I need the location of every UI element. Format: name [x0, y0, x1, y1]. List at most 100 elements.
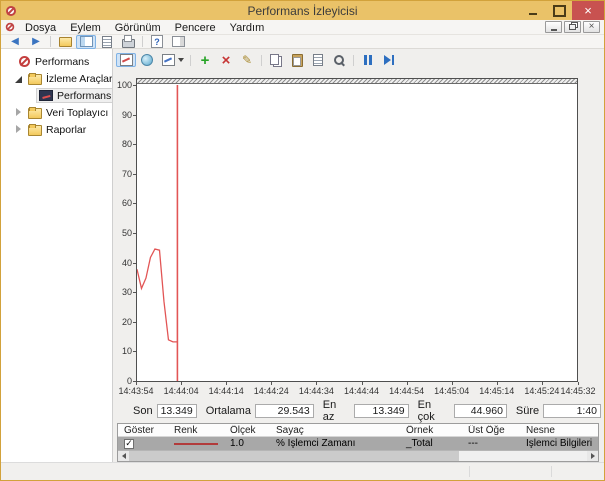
- counter-line-chart: [137, 79, 577, 381]
- menubar-app-icon: [5, 22, 15, 32]
- maximize-button[interactable]: [546, 1, 572, 20]
- sidebar-item-performans-i-zleyicisi[interactable]: Performans İzleyicisi: [1, 87, 112, 104]
- legend-header-ust-oge[interactable]: Üst Öğe: [462, 425, 520, 436]
- legend-header-renk[interactable]: Renk: [168, 425, 224, 436]
- chart-toolbar: [116, 51, 399, 69]
- x-axis-label: 14:44:04: [157, 386, 205, 396]
- legend-header-nesne[interactable]: Nesne: [520, 425, 598, 436]
- menu-dosya[interactable]: Dosya: [18, 22, 63, 34]
- toolbar-separator: [142, 36, 143, 47]
- update-data-button[interactable]: [379, 53, 399, 67]
- forward-button[interactable]: [26, 35, 46, 49]
- menu-pencere[interactable]: Pencere: [168, 22, 223, 34]
- expand-twisty-icon[interactable]: [14, 108, 23, 117]
- window-controls: [520, 1, 604, 20]
- sidebar-item-raporlar[interactable]: Raporlar: [1, 121, 112, 138]
- tree-label-wrap[interactable]: Performans: [14, 54, 94, 69]
- legend-scrollbar[interactable]: [118, 450, 598, 461]
- zoom-button[interactable]: [329, 53, 349, 67]
- view-current-activity-button[interactable]: [116, 53, 136, 67]
- y-axis-label: 80: [113, 139, 132, 149]
- folder-icon: [28, 107, 42, 119]
- show-console-tree-button[interactable]: [76, 35, 96, 49]
- legend-header-ornek[interactable]: Örnek: [400, 425, 462, 436]
- view-log-data-button[interactable]: [137, 53, 157, 67]
- legend-header-olcek[interactable]: Ölçek: [224, 425, 270, 436]
- legend-header-sayac[interactable]: Sayaç: [270, 425, 400, 436]
- mdi-minimize-button[interactable]: [545, 21, 562, 33]
- add-counter-button[interactable]: [195, 53, 215, 67]
- delete-button[interactable]: [216, 53, 236, 67]
- tree-label-wrap[interactable]: Raporlar: [25, 122, 91, 137]
- twisty-spacer: [3, 57, 12, 66]
- highlight-button[interactable]: [237, 53, 257, 67]
- menu-yardim[interactable]: Yardım: [223, 22, 272, 34]
- sidebar-item-veri-toplayici-kumeleri[interactable]: Veri Toplayıcı Kümeleri: [1, 104, 112, 121]
- scroll-thumb[interactable]: [129, 451, 459, 461]
- x-axis-tick: [497, 382, 498, 385]
- tree-label-wrap[interactable]: İzleme Araçları: [25, 71, 113, 86]
- highlight-icon: [239, 54, 255, 67]
- legend-row[interactable]: 1.0% İşlemci Zamanı_Total---İşlemci Bilg…: [118, 437, 598, 450]
- x-axis-label: 14:45:32: [554, 386, 602, 396]
- export-list-button[interactable]: [118, 35, 138, 49]
- show-action-pane-icon: [170, 35, 186, 48]
- x-axis-label: 14:45:24: [518, 386, 566, 396]
- status-bar: [1, 462, 604, 480]
- tree-label-wrap[interactable]: Performans İzleyicisi: [36, 88, 113, 103]
- copy-properties-button[interactable]: [266, 53, 286, 67]
- help-button[interactable]: [147, 35, 167, 49]
- x-axis-label: 14:44:54: [383, 386, 431, 396]
- back-icon: [7, 35, 23, 48]
- show-checkbox[interactable]: [124, 439, 134, 449]
- mdi-close-button[interactable]: [583, 21, 600, 33]
- up-one-level-button[interactable]: [55, 35, 75, 49]
- x-axis-tick: [407, 382, 408, 385]
- scroll-right-arrow-icon[interactable]: [587, 451, 598, 461]
- sidebar-item-performans[interactable]: Performans: [1, 53, 112, 70]
- sidebar-item-i-zleme-araclari[interactable]: İzleme Araçları: [1, 70, 112, 87]
- close-button[interactable]: [572, 1, 604, 20]
- stat-label-en-cok: En çok: [418, 399, 450, 423]
- x-axis-tick: [226, 382, 227, 385]
- series-pct-i-slemci-zamani: [137, 249, 177, 342]
- expand-twisty-icon[interactable]: [14, 125, 23, 134]
- chart-type-button[interactable]: [158, 53, 186, 67]
- title-bar[interactable]: Performans İzleyicisi: [1, 1, 604, 20]
- scroll-left-arrow-icon[interactable]: [118, 451, 129, 461]
- toolbar-separator: [261, 55, 262, 66]
- view-log-data-icon: [139, 54, 155, 67]
- chart-plot-area[interactable]: [136, 78, 578, 382]
- properties-button[interactable]: [97, 35, 117, 49]
- menu-gorunum[interactable]: Görünüm: [108, 22, 168, 34]
- show-action-pane-button[interactable]: [168, 35, 188, 49]
- counter-legend: GösterRenkÖlçekSayaçÖrnekÜst ÖğeNesne 1.…: [117, 423, 599, 462]
- x-axis-tick: [181, 382, 182, 385]
- x-axis-label: 14:45:14: [473, 386, 521, 396]
- update-data-icon: [381, 54, 397, 67]
- toolbar-separator: [190, 55, 191, 66]
- freeze-display-button[interactable]: [358, 53, 378, 67]
- properties-button[interactable]: [308, 53, 328, 67]
- stat-value-son: 13.349: [157, 404, 197, 418]
- tree-label-wrap[interactable]: Veri Toplayıcı Kümeleri: [25, 105, 113, 120]
- menu-eylem[interactable]: Eylem: [63, 22, 108, 34]
- stat-label-son: Son: [133, 405, 153, 417]
- back-button[interactable]: [5, 35, 25, 49]
- scroll-track[interactable]: [129, 451, 587, 461]
- up-one-level-icon: [57, 35, 73, 48]
- collapse-twisty-icon[interactable]: [14, 74, 23, 83]
- minimize-button[interactable]: [520, 1, 546, 20]
- y-axis-label: 10: [113, 346, 132, 356]
- time-range-bar[interactable]: [137, 79, 577, 84]
- chevron-down-icon[interactable]: [178, 58, 184, 62]
- legend-instance: _Total: [400, 438, 462, 449]
- statusbar-divider: [551, 466, 552, 477]
- paste-counter-list-button[interactable]: [287, 53, 307, 67]
- x-axis-label: 14:44:44: [338, 386, 386, 396]
- stat-label-sure: Süre: [516, 405, 539, 417]
- mdi-restore-button[interactable]: [564, 21, 581, 33]
- legend-header-goster[interactable]: Göster: [118, 425, 168, 436]
- stat-label-ortalama: Ortalama: [206, 405, 251, 417]
- toolbar-separator: [50, 36, 51, 47]
